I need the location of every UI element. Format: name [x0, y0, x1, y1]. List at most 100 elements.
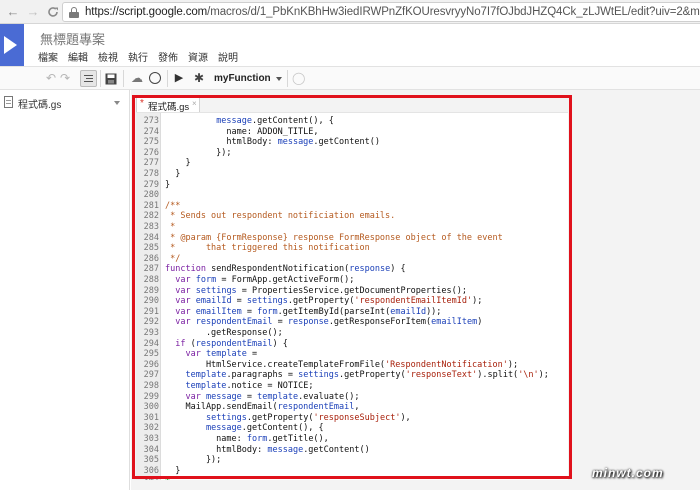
code-token: =: [241, 391, 258, 402]
code-token: form: [246, 434, 268, 444]
code-token: form: [257, 306, 278, 317]
code-token: .getContent(), {: [252, 116, 334, 126]
code-token: );: [472, 296, 483, 307]
indent-icon[interactable]: [80, 70, 97, 87]
line-number: 286: [143, 253, 159, 264]
code-token: *: [165, 222, 176, 232]
code-token: });: [165, 147, 232, 158]
lightbulb-icon[interactable]: ◯: [292, 70, 305, 87]
code-line: *: [165, 222, 175, 233]
code-line: * that triggered this notification: [165, 243, 370, 254]
undo-icon[interactable]: ↶: [44, 70, 58, 87]
code-token: ));: [426, 306, 442, 317]
close-icon[interactable]: ×: [192, 99, 197, 108]
menu-run[interactable]: 執行: [128, 49, 148, 64]
sidebar-file-label: 程式碼.gs: [18, 100, 62, 111]
back-arrow-icon[interactable]: ←: [4, 3, 22, 21]
code-token: (: [185, 338, 196, 349]
code-token: settings: [205, 412, 247, 423]
code-token: response: [287, 317, 329, 328]
line-number: 273: [143, 116, 159, 126]
menu-help[interactable]: 說明: [218, 49, 238, 64]
code-line: });: [165, 147, 232, 159]
code-token: =: [246, 349, 258, 360]
code-token: var: [175, 317, 191, 328]
chevron-down-icon[interactable]: [114, 101, 120, 105]
code-line: template.notice = NOTICE;: [165, 381, 313, 392]
line-number: 285: [143, 243, 159, 254]
code-token: emailItem: [431, 317, 478, 328]
code-token: message: [216, 116, 253, 126]
cloud-upload-icon[interactable]: ☁: [129, 70, 145, 87]
code-token: emailItem: [195, 306, 242, 317]
run-icon[interactable]: ▶: [173, 70, 185, 87]
code-token: var: [175, 306, 191, 317]
file-tab[interactable]: * 程式碼.gs ×: [136, 96, 200, 113]
clock-trigger-icon[interactable]: [148, 70, 162, 87]
forward-arrow-icon[interactable]: →: [24, 3, 42, 21]
code-line: * @param {FormResponse} response FormRes…: [165, 233, 503, 244]
code-token: });: [165, 455, 222, 466]
line-number: 288: [143, 275, 159, 285]
line-number: 291: [143, 306, 159, 317]
sidebar-file-item[interactable]: 程式碼.gs: [4, 95, 124, 111]
code-token: }: [165, 465, 181, 476]
file-sidebar: 程式碼.gs: [0, 90, 130, 490]
code-token: .getProperty(: [287, 296, 355, 307]
line-number: 281: [143, 200, 159, 211]
line-number: 301: [143, 412, 159, 423]
code-token: htmlBody:: [165, 137, 278, 148]
lock-icon: [69, 7, 79, 18]
url-host: https://script.google.com: [85, 6, 208, 18]
debug-bug-icon[interactable]: ✱: [192, 70, 206, 87]
watermark: minwt.com: [592, 466, 664, 480]
line-number: 277: [143, 158, 159, 169]
code-area[interactable]: 273 274 275 276 277 278 279 280 281 282 283 284 285 2…: [136, 112, 568, 480]
redo-icon[interactable]: ↷: [58, 70, 72, 87]
code-line: */: [165, 254, 180, 265]
code-line: HtmlService.createTemplateFromFile('Resp…: [165, 360, 518, 371]
line-number: 305: [143, 455, 159, 466]
code-token: ),: [400, 412, 411, 423]
line-number: 306: [143, 465, 159, 476]
toolbar-divider: [287, 70, 288, 87]
line-number: 304: [143, 444, 159, 455]
line-number: 280: [143, 190, 159, 201]
menu-file[interactable]: 檔案: [38, 49, 58, 64]
code-token: .getResponse();: [165, 328, 283, 338]
code-line: MailApp.sendEmail(respondentEmail,: [165, 402, 359, 413]
code-token: * Sends out respondent notificiation ema…: [165, 211, 396, 222]
tab-label: 程式碼.gs: [148, 102, 190, 113]
function-select[interactable]: myFunction: [214, 70, 284, 87]
code-line: var emailId = settings.getProperty('resp…: [165, 296, 482, 307]
menu-view[interactable]: 檢視: [98, 49, 118, 64]
save-icon[interactable]: [104, 70, 118, 87]
code-token: template: [185, 370, 227, 381]
code-token: message: [205, 391, 242, 402]
line-number: 296: [143, 359, 159, 370]
menu-publish[interactable]: 發佈: [158, 49, 178, 64]
reload-icon[interactable]: [44, 3, 62, 21]
code-token: */: [165, 253, 181, 264]
line-number: 278: [143, 169, 159, 179]
code-token: template: [257, 391, 299, 402]
line-number: 275: [143, 137, 159, 148]
menu-edit[interactable]: 編輯: [68, 49, 88, 64]
code-token: message: [277, 137, 314, 148]
toolbar-divider: [123, 70, 124, 87]
menu-resources[interactable]: 資源: [188, 49, 208, 64]
apps-script-logo-icon[interactable]: [0, 24, 24, 66]
code-token: respondentEmail: [277, 402, 355, 413]
address-bar[interactable]: https://script.google.com/macros/d/1_PbK…: [62, 2, 700, 22]
line-number: 297: [143, 370, 159, 381]
code-token: HtmlService.createTemplateFromFile(: [165, 359, 386, 370]
code-token: .getTitle(),: [267, 434, 329, 444]
code-token: var: [175, 285, 191, 296]
code-token: message: [267, 444, 304, 455]
project-title[interactable]: 無標題專案: [40, 29, 105, 48]
code-token: );: [538, 370, 549, 381]
line-number: 292: [143, 317, 159, 328]
